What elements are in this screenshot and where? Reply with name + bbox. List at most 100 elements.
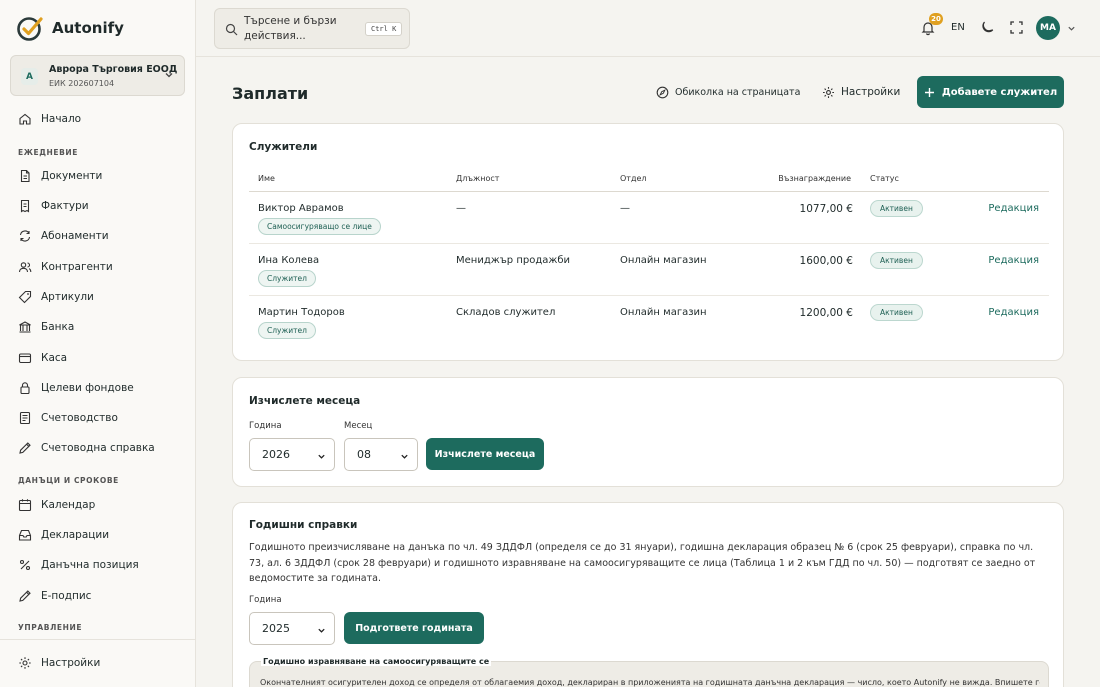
org-name: Аврора Търговия ЕООД [49,64,178,75]
language-toggle[interactable]: EN [951,22,965,33]
annual-year-label: Година [249,595,282,605]
year-label: Година [249,421,282,431]
employee-name: Мартин Тодоров [258,307,345,318]
chevron-down-icon[interactable] [1067,24,1076,33]
logo-icon [17,17,43,41]
sidebar-item-subscriptions[interactable]: Абонаменти [18,226,109,246]
sidebar-item-label: Счетоводство [41,412,118,424]
sidebar-item-invoices[interactable]: Фактури [18,196,89,216]
org-eik: ЕИК 202607104 [49,79,115,88]
status-badge: Активен [870,252,923,269]
sidebar-item-counterparties[interactable]: Контрагенти [18,257,113,277]
sidebar-item-bank[interactable]: Банка [18,317,74,337]
sidebar-item-declarations[interactable]: Декларации [18,525,109,545]
sidebar-item-funds[interactable]: Целеви фондове [18,378,134,398]
employee-type-badge: Самоосигуряващо се лице [258,218,381,235]
sidebar-item-label: Банка [41,321,75,333]
brand-logo[interactable]: Autonify [16,14,124,42]
page-tour-button[interactable]: Обиколка на страницата [656,84,800,100]
receipt-icon [20,199,30,213]
employee-salary: 1200,00 € [799,307,853,319]
column-header-department: Отдел [620,174,647,183]
sidebar-item-accounting[interactable]: Счетоводство [18,408,118,428]
search-input[interactable]: Търсене и бързи действия... Ctrl K [214,8,410,49]
moon-icon[interactable] [980,20,995,35]
bank-icon [19,321,31,333]
column-header-name: Име [258,174,275,183]
search-placeholder: Търсене и бързи действия... [244,15,337,42]
sidebar-item-label: Декларации [41,529,110,541]
search-shortcut-hint: Ctrl K [365,22,403,36]
avatar[interactable]: МА [1036,16,1060,40]
sidebar-item-e-signature[interactable]: Е-подпис [18,586,91,606]
page-settings-button[interactable]: Настройки [822,84,900,100]
prepare-year-button[interactable]: Подгответе годината [344,612,484,644]
table-row: Ина Колева Служител Мениджър продажби Он… [249,244,1049,296]
document-icon [20,169,30,183]
employee-department: Онлайн магазин [620,307,707,318]
annual-year-select[interactable]: 2025 [249,612,335,645]
month-select-value: 08 [357,448,371,461]
sidebar-item-accounting-report[interactable]: Счетоводна справка [18,438,155,458]
sidebar-item-cash[interactable]: Каса [18,348,67,368]
add-employee-button[interactable]: Добавете служител [917,76,1064,108]
pencil-icon [19,442,31,454]
employee-salary: 1600,00 € [799,255,853,267]
ledger-icon [19,411,31,425]
sidebar-item-items[interactable]: Артикули [18,287,94,307]
inbox-icon [18,529,32,541]
edit-link[interactable]: Редакция [988,203,1039,214]
page-settings-label: Настройки [841,86,901,98]
home-icon [19,113,31,125]
employee-name: Виктор Аврамов [258,203,344,214]
sidebar-item-documents[interactable]: Документи [18,166,102,186]
percent-icon [19,559,31,571]
page-tour-label: Обиколка на страницата [675,86,801,98]
sidebar-section-manage: УПРАВЛЕНИЕ [18,623,83,632]
sidebar-item-calendar[interactable]: Календар [18,495,95,515]
employee-position: — [456,203,466,214]
sidebar-item-tax-position[interactable]: Данъчна позиция [18,555,139,575]
year-select[interactable]: 2026 [249,438,335,471]
calendar-icon [18,499,32,512]
employee-salary: 1077,00 € [799,203,853,215]
sidebar: Autonify A Аврора Търговия ЕООД ЕИК 2026… [0,0,196,687]
employee-type-badge: Служител [258,322,316,339]
page-title: Заплати [232,84,309,103]
fullscreen-icon[interactable] [1009,20,1024,35]
sidebar-item-label: Контрагенти [41,261,113,273]
sidebar-item-label: Настройки [41,657,101,669]
sidebar-item-label: Абонаменти [41,230,109,242]
brand-name: Autonify [52,19,124,37]
sidebar-item-label: Календар [41,499,96,511]
sidebar-item-label: Фактури [41,200,89,212]
organization-switcher[interactable]: A Аврора Търговия ЕООД ЕИК 202607104 [10,55,185,96]
annual-reports-card: Годишни справки Годишното преизчисляване… [232,502,1064,687]
org-initial-badge: A [21,68,38,85]
column-header-position: Длъжност [456,174,500,183]
edit-link[interactable]: Редакция [988,307,1039,318]
chevron-down-icon [318,454,325,459]
table-row: Мартин Тодоров Служител Складов служител… [249,296,1049,348]
calculate-month-button[interactable]: Изчислете месеца [426,438,544,470]
self-insured-equalization-label: Годишно изравняване на самоосигуряващите… [261,657,492,666]
plus-icon [924,87,934,97]
employee-department: Онлайн магазин [620,255,707,266]
employees-card: Служители Име Длъжност Отдел Възнагражде… [232,123,1064,361]
month-select[interactable]: 08 [344,438,418,471]
sidebar-item-settings[interactable]: Настройки [18,653,100,673]
sidebar-item-label: Данъчна позиция [41,559,139,571]
status-badge: Активен [870,304,923,321]
sidebar-item-label: Счетоводна справка [41,442,155,454]
sidebar-section-daily: ЕЖЕДНЕВИЕ [18,148,79,157]
sidebar-item-label: Артикули [41,291,94,303]
sidebar-item-label: Начало [41,113,82,125]
chevron-down-icon [318,628,325,633]
search-icon [225,23,238,36]
edit-link[interactable]: Редакция [988,255,1039,266]
column-header-status: Статус [870,174,899,183]
table-row: Виктор Аврамов Самоосигуряващо се лице —… [249,192,1049,244]
sidebar-item-home[interactable]: Начало [18,109,81,129]
users-icon [18,262,32,273]
employee-position: Складов служител [456,307,556,318]
